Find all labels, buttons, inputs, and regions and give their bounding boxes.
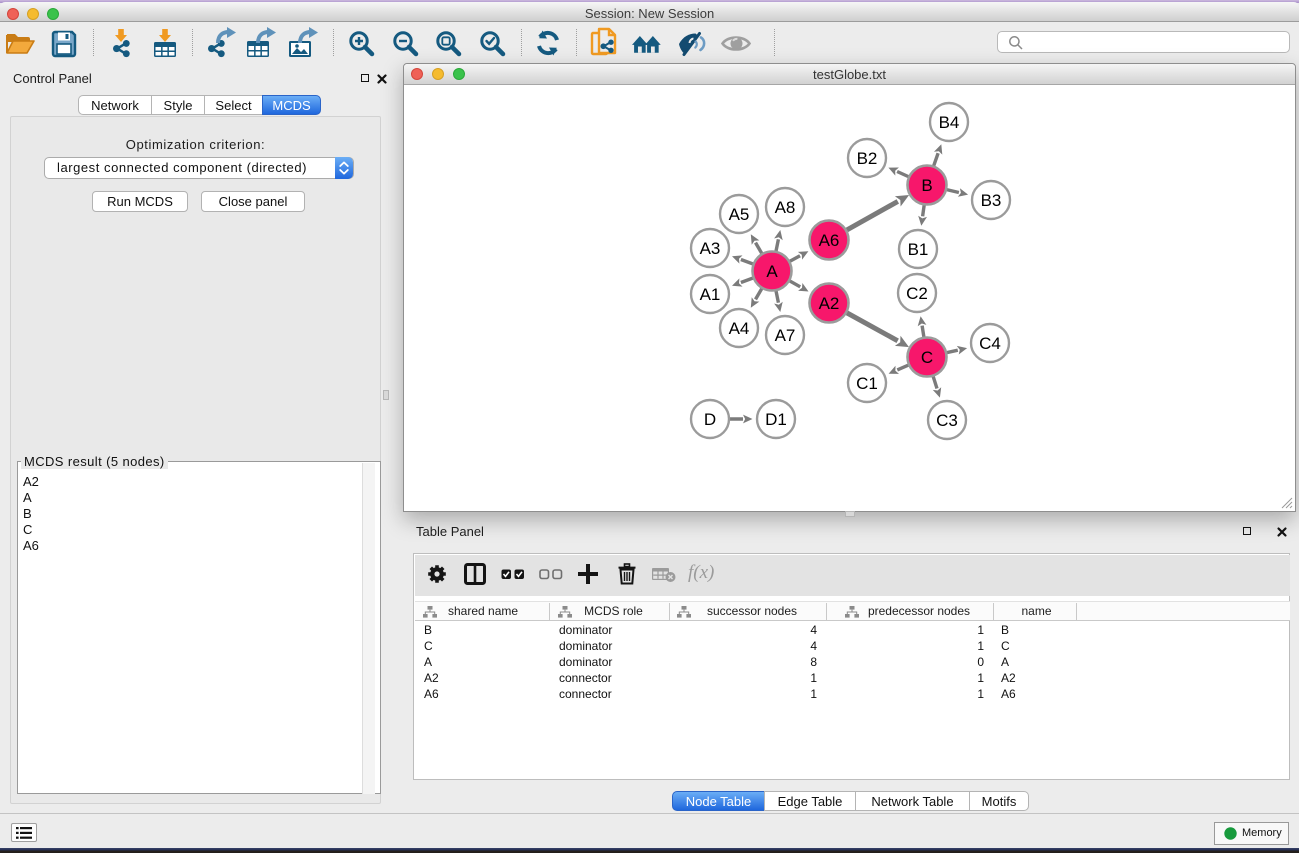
svg-text:C2: C2 <box>906 284 928 303</box>
svg-text:A1: A1 <box>700 285 721 304</box>
svg-text:B: B <box>921 176 932 195</box>
svg-text:A7: A7 <box>775 326 796 345</box>
svg-text:D: D <box>704 410 716 429</box>
svg-text:C4: C4 <box>979 334 1001 353</box>
svg-text:B3: B3 <box>981 191 1002 210</box>
svg-text:A3: A3 <box>700 239 721 258</box>
svg-text:A6: A6 <box>819 231 840 250</box>
svg-text:C1: C1 <box>856 374 878 393</box>
svg-text:B1: B1 <box>908 240 929 259</box>
svg-text:C: C <box>921 348 933 367</box>
svg-text:A2: A2 <box>819 294 840 313</box>
svg-text:B4: B4 <box>939 113 960 132</box>
svg-text:A5: A5 <box>729 205 750 224</box>
svg-text:A8: A8 <box>775 198 796 217</box>
svg-text:D1: D1 <box>765 410 787 429</box>
svg-text:B2: B2 <box>857 149 878 168</box>
svg-text:C3: C3 <box>936 411 958 430</box>
svg-text:A: A <box>766 262 778 281</box>
svg-text:A4: A4 <box>729 319 750 338</box>
